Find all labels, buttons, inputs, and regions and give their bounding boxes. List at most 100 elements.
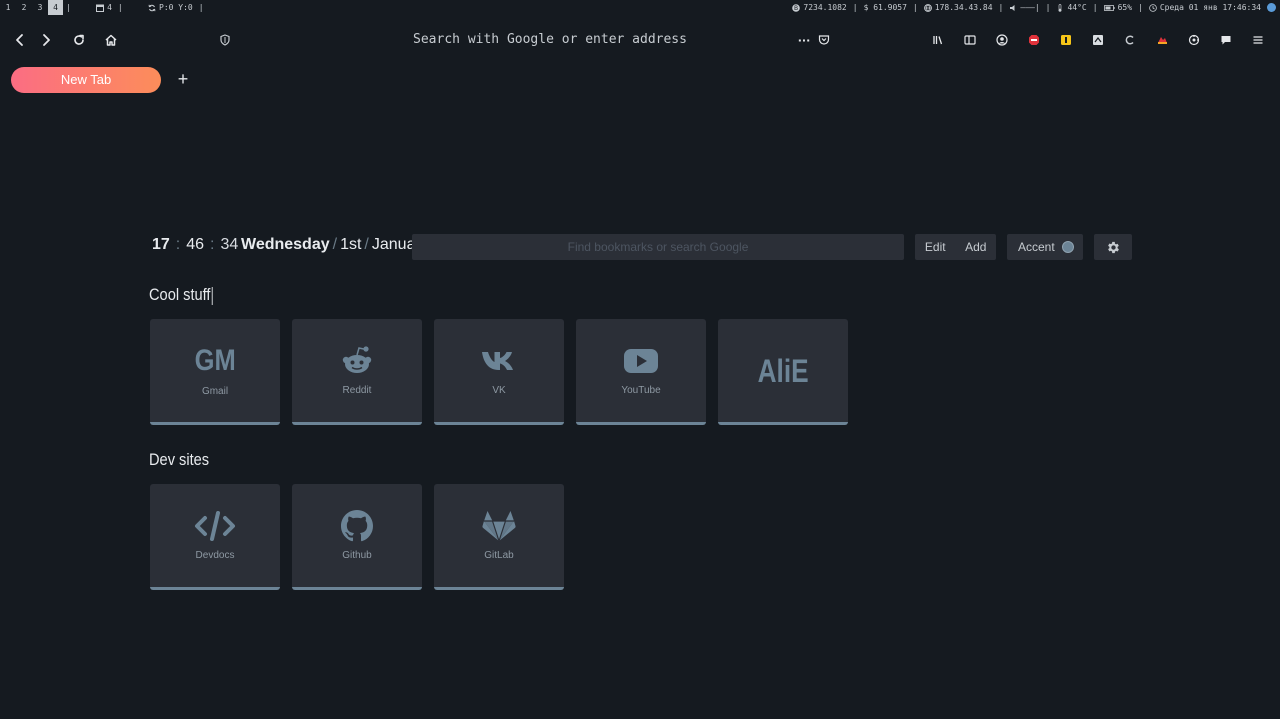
group-title-dev-sites: Dev sites [149,450,210,469]
bookmark-label: VK [492,385,506,396]
workspace-1[interactable]: 1 [0,0,16,15]
bar-divider: | [912,3,918,12]
cpu-temperature: 44°C [1053,3,1089,12]
add-button[interactable]: Add [956,234,997,260]
edit-button[interactable]: Edit [915,234,956,260]
bookmark-tile-gitlab[interactable]: GitLab [434,484,564,590]
extension-grey-button[interactable] [1091,33,1105,47]
group-title-cool-stuff: Cool stuff [149,285,213,305]
dashboard-date: Wednesday / 1st / January [241,236,429,258]
c-extension-icon [1125,35,1134,45]
gmail-letters-icon: GM [194,344,236,377]
extension-red-button[interactable] [1155,33,1169,47]
dial-icon [1188,34,1200,46]
volume-meter[interactable]: ———| [1006,3,1042,12]
bookmark-search-input[interactable] [412,234,904,260]
bookmark-tile-youtube[interactable]: YouTube [576,319,706,425]
page-actions-button[interactable]: ··· [797,33,811,47]
bookmark-extension-icon [1061,35,1071,45]
dashboard-clock: 17 : 46 : 34 [152,236,238,258]
reload-button[interactable] [71,32,87,48]
gear-icon [1107,241,1119,253]
clock-icon [1149,3,1157,12]
usd-rate: $ 61.9057 [863,3,907,12]
bookmark-label: Reddit [342,385,372,396]
library-button[interactable] [931,33,945,47]
tracking-protection-button[interactable] [217,32,233,48]
bookmark-grid-dev-sites: Devdocs Github GitLab [150,484,564,590]
bookmark-tile-aliexpress[interactable]: AliE [718,319,848,425]
ip-address: 178.34.43.84 [921,3,996,12]
date-day: 1st [340,236,362,253]
accent-button[interactable]: Accent [1007,234,1083,260]
date-separator: / [332,236,338,253]
window-count: 4 [74,0,115,21]
sidebar-button[interactable] [963,33,977,47]
account-button[interactable] [995,33,1009,47]
bookmark-tile-gmail[interactable]: GM Gmail [150,319,280,425]
back-button[interactable] [12,32,28,48]
chat-icon [1221,36,1231,45]
svg-text:B: B [794,5,798,12]
bookmark-label: GitLab [484,550,514,561]
sync-icon [148,4,156,11]
edit-add-button-group: Edit Add [915,234,996,260]
workspace-2[interactable]: 2 [16,0,32,15]
hamburger-menu-icon [1253,36,1263,44]
bookmark-tile-devdocs[interactable]: Devdocs [150,484,280,590]
bookmark-grid-cool-stuff: GM Gmail Reddit VK YouTube AliE [150,319,848,425]
settings-button[interactable] [1094,234,1132,260]
aliexpress-letters-icon: AliE [757,352,809,389]
note-extension-icon [1093,35,1103,45]
battery-level: 65% [1101,3,1135,12]
shield-icon [220,34,230,46]
extension-settings-button[interactable] [1187,33,1201,47]
bar-divider: | [1045,3,1051,12]
workspace-switcher: 1 2 3 4 [0,0,63,15]
bookmark-tile-github[interactable]: Github [292,484,422,590]
btc-rate: B 7234.1082 [792,3,847,12]
tray-icon[interactable] [1267,3,1276,12]
adblock-icon [1029,35,1039,45]
system-clock: Среда 01 янв 17:46:34 [1146,3,1264,12]
dollar-icon: $ [863,3,874,12]
forward-button[interactable] [38,32,54,48]
new-tab-button[interactable]: + [174,70,192,88]
date-weekday: Wednesday [241,236,330,253]
bookmark-tile-vk[interactable]: VK [434,319,564,425]
thermometer-icon [1058,3,1062,12]
bookmark-tile-reddit[interactable]: Reddit [292,319,422,425]
speaker-icon [1010,4,1015,11]
gitlab-icon [434,508,564,544]
bar-divider: | [1138,3,1143,12]
pocket-button[interactable] [817,33,831,47]
browser-toolbar: Search with Google or enter address ··· [0,24,1280,56]
workspace-4[interactable]: 4 [48,0,63,15]
bookmark-label: YouTube [621,385,661,396]
bookmark-label: Devdocs [195,550,235,561]
sidebar-icon [964,35,976,45]
chat-extension-button[interactable] [1219,33,1233,47]
bitcoin-icon: B [792,3,801,12]
bar-divider: | [117,3,123,12]
tab-new-tab[interactable]: New Tab [11,67,161,93]
address-bar[interactable]: Search with Google or enter address [330,32,770,50]
home-button[interactable] [103,32,119,48]
adblock-extension-button[interactable] [1027,33,1041,47]
clock-seconds: 34 [220,236,239,253]
system-status-bar: 1 2 3 4 | 4 | P:0 Y:0 | B 7234.1082 | $ 6… [0,0,1280,15]
workspace-3[interactable]: 3 [32,0,48,15]
globe-icon [923,3,932,12]
clock-separator: : [210,236,215,253]
bar-divider: | [198,3,204,12]
chevron-right-icon [43,34,50,46]
menu-button[interactable] [1251,33,1265,47]
clock-hours: 17 [152,236,170,253]
reload-icon [74,34,84,45]
clock-minutes: 46 [186,236,205,253]
bar-divider: | [1092,3,1098,12]
accent-label: Accent [1018,240,1055,254]
extension-yellow-button[interactable] [1059,33,1073,47]
reddit-icon [292,343,422,379]
extension-c-button[interactable] [1123,33,1137,47]
